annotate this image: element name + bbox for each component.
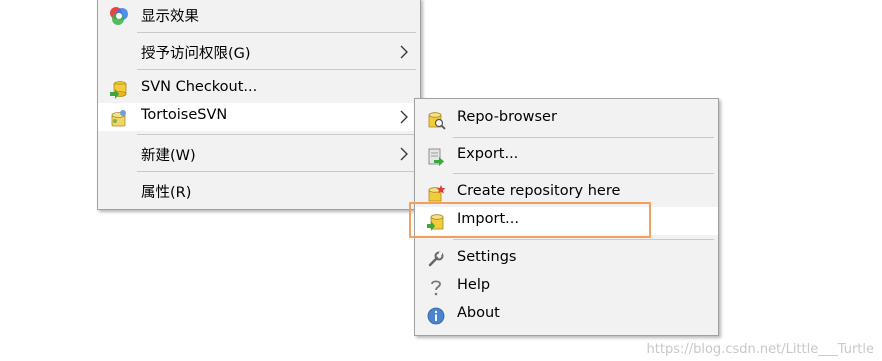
watermark: https://blog.csdn.net/Little___Turtle: [646, 342, 874, 357]
menu-item-label: TortoiseSVN: [141, 107, 228, 123]
submenu-item-settings[interactable]: Settings: [415, 245, 718, 273]
create-repository-icon: [428, 185, 446, 202]
menu-item-display-effect[interactable]: 显示效果: [98, 1, 420, 29]
menu-item-tortoisesvn[interactable]: TortoiseSVN: [98, 103, 420, 131]
export-icon: [428, 148, 444, 166]
menu-item-label: 属性(R): [141, 185, 192, 201]
chevron-right-icon: [400, 147, 408, 161]
menu-separator: [137, 69, 416, 70]
help-icon: [431, 280, 441, 296]
context-menu: 显示效果 授予访问权限(G) SVN Checkout... TortoiseS…: [97, 0, 421, 210]
menu-separator: [137, 134, 416, 135]
submenu-item-export[interactable]: Export...: [415, 142, 718, 170]
chevron-right-icon: [400, 110, 408, 124]
wrench-icon: [428, 251, 444, 267]
chevron-right-icon: [400, 45, 408, 59]
menu-item-label: 授予访问权限(G): [141, 46, 251, 62]
menu-item-label: 新建(W): [141, 148, 196, 164]
menu-item-label: 显示效果: [141, 9, 199, 25]
info-icon: [427, 307, 445, 325]
repo-browser-icon: [428, 112, 446, 130]
menu-item-label: SVN Checkout...: [141, 79, 258, 95]
submenu-item-label: Export...: [457, 146, 519, 162]
submenu-item-label: Create repository here: [457, 183, 621, 199]
submenu-item-label: Settings: [457, 249, 517, 265]
submenu-item-about[interactable]: About: [415, 301, 718, 329]
menu-separator: [137, 171, 416, 172]
menu-item-new[interactable]: 新建(W): [98, 140, 420, 168]
menu-separator: [453, 239, 714, 240]
import-highlight-box: [409, 202, 651, 238]
menu-separator: [453, 137, 714, 138]
menu-item-grant-access[interactable]: 授予访问权限(G): [98, 38, 420, 66]
menu-item-properties[interactable]: 属性(R): [98, 177, 420, 205]
submenu-item-label: About: [457, 305, 500, 321]
menu-item-svn-checkout[interactable]: SVN Checkout...: [98, 75, 420, 103]
submenu-item-help[interactable]: Help: [415, 273, 718, 301]
tortoisesvn-icon: [111, 110, 126, 127]
submenu-item-label: Help: [457, 277, 491, 293]
color-wheel-icon: [110, 7, 128, 25]
menu-separator: [137, 32, 416, 33]
svn-checkout-icon: [110, 81, 127, 99]
submenu-item-label: Repo-browser: [457, 109, 557, 125]
menu-separator: [453, 173, 714, 174]
submenu-item-repo-browser[interactable]: Repo-browser: [415, 105, 718, 133]
